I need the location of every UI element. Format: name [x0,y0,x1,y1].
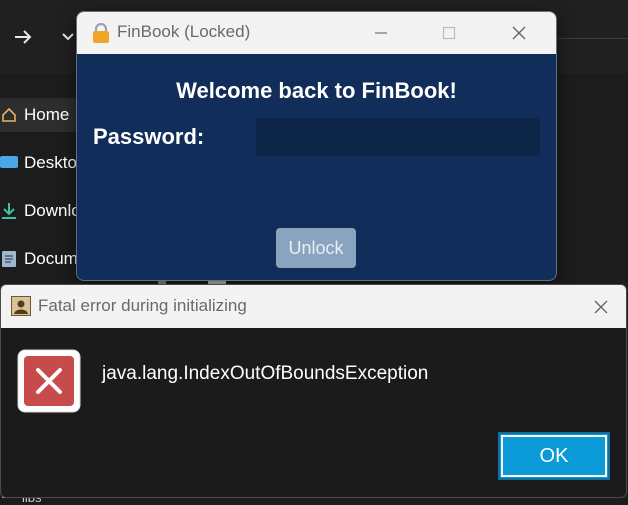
close-button[interactable] [496,12,542,54]
maximize-button[interactable] [426,12,472,54]
password-field[interactable] [256,118,540,156]
sidebar-item-label: Home [24,105,70,124]
close-button[interactable] [576,285,626,328]
finbook-titlebar[interactable]: FinBook (Locked) [77,12,556,54]
home-icon [0,106,18,124]
unlock-button[interactable]: Unlock [276,228,356,268]
close-icon [512,26,526,40]
welcome-heading: Welcome back to FinBook! [176,78,457,103]
error-message: java.lang.IndexOutOfBoundsException [102,363,429,384]
minimize-button[interactable] [358,12,404,54]
sidebar-item-documents[interactable]: Docum [0,242,78,276]
explorer-divider [554,38,628,39]
maximize-icon [442,26,456,40]
sidebar-item-home[interactable]: Home [0,98,86,132]
error-icon [17,349,81,413]
app-icon [11,296,31,316]
download-icon [0,202,18,220]
error-titlebar[interactable]: Fatal error during initializing [1,285,626,328]
close-icon [594,300,608,313]
minimize-icon [375,32,387,34]
finbook-window: FinBook (Locked) Welcome back to FinBook… [76,11,557,281]
dialog-title: Fatal error during initializing [38,296,247,315]
sidebar-item-label: Downlo [24,201,81,220]
window-title: FinBook (Locked) [117,22,251,41]
desktop-icon [0,154,18,172]
document-icon [0,250,18,268]
password-label: Password: [93,124,205,149]
sidebar-item-desktop[interactable]: Deskto [0,146,77,180]
sidebar-item-label: Docum [24,249,78,268]
lock-icon [92,22,110,43]
ok-button[interactable]: OK [498,432,610,480]
sidebar-item-label: Deskto [24,153,77,172]
error-dialog: Fatal error during initializing java.lan… [0,284,627,498]
chevron-down-icon[interactable] [60,28,76,50]
forward-arrow-icon[interactable] [12,26,34,53]
sidebar-item-downloads[interactable]: Downlo [0,194,81,228]
